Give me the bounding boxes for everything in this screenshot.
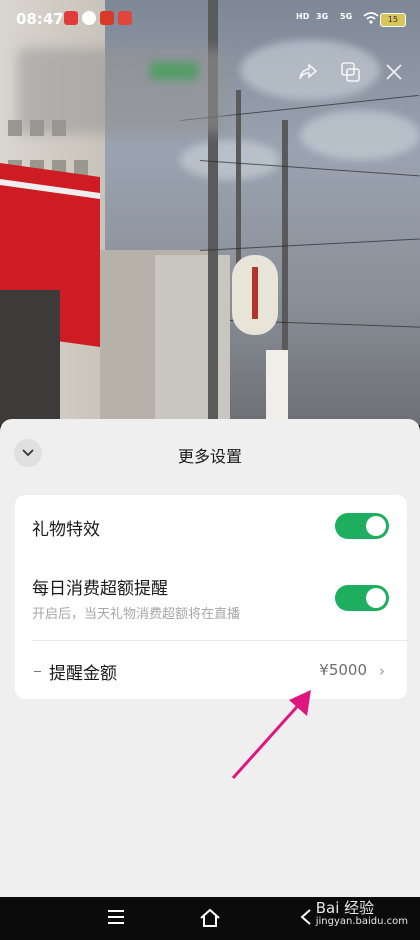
daily-reminder-description: 开启后，当天礼物消费超额将在直播 bbox=[32, 607, 241, 622]
divider bbox=[32, 640, 407, 641]
app-notification-icon bbox=[100, 11, 114, 25]
share-icon[interactable] bbox=[296, 60, 320, 84]
gift-effect-label: 礼物特效 bbox=[32, 520, 100, 540]
notification-icon bbox=[64, 11, 78, 25]
daily-reminder-toggle[interactable] bbox=[335, 585, 389, 611]
close-icon[interactable] bbox=[382, 60, 406, 84]
5g-indicator: 5G bbox=[340, 12, 353, 21]
annotation-arrow bbox=[231, 690, 311, 780]
pip-icon[interactable] bbox=[338, 60, 362, 84]
battery-icon: 15 bbox=[380, 13, 406, 27]
status-time: 08:47 bbox=[16, 10, 64, 28]
watermark-brand: Bai 经验 bbox=[315, 899, 375, 917]
daily-reminder-label: 每日消费超额提醒 bbox=[32, 579, 168, 599]
settings-card: 礼物特效 每日消费超额提醒 开启后，当天礼物消费超额将在直播 提醒金额 ¥500… bbox=[15, 495, 407, 699]
more-settings-sheet: 更多设置 礼物特效 每日消费超额提醒 开启后，当天礼物消费超额将在直播 提醒金额… bbox=[0, 419, 420, 897]
home-icon[interactable] bbox=[198, 907, 222, 929]
chat-notification-icon bbox=[82, 11, 96, 25]
3g-indicator: 3G bbox=[316, 12, 329, 21]
wifi-icon bbox=[363, 12, 379, 24]
app-notification-icon bbox=[118, 11, 132, 25]
baidu-watermark: Bai 经验 jingyan.baidu.com bbox=[316, 897, 408, 927]
sheet-title: 更多设置 bbox=[177, 447, 242, 466]
reminder-amount-label[interactable]: 提醒金额 bbox=[49, 659, 117, 684]
reminder-amount-value[interactable]: ¥5000 bbox=[319, 661, 367, 679]
status-bar: 08:47 HD 3G 5G 15 bbox=[0, 0, 420, 36]
menu-icon[interactable] bbox=[106, 907, 126, 927]
indent-dash bbox=[34, 671, 41, 672]
watermark-url: jingyan.baidu.com bbox=[315, 916, 408, 927]
gift-effect-toggle[interactable] bbox=[335, 513, 389, 539]
chevron-right-icon[interactable]: › bbox=[379, 662, 385, 680]
back-icon[interactable] bbox=[296, 907, 316, 927]
hd-indicator: HD bbox=[296, 12, 310, 21]
